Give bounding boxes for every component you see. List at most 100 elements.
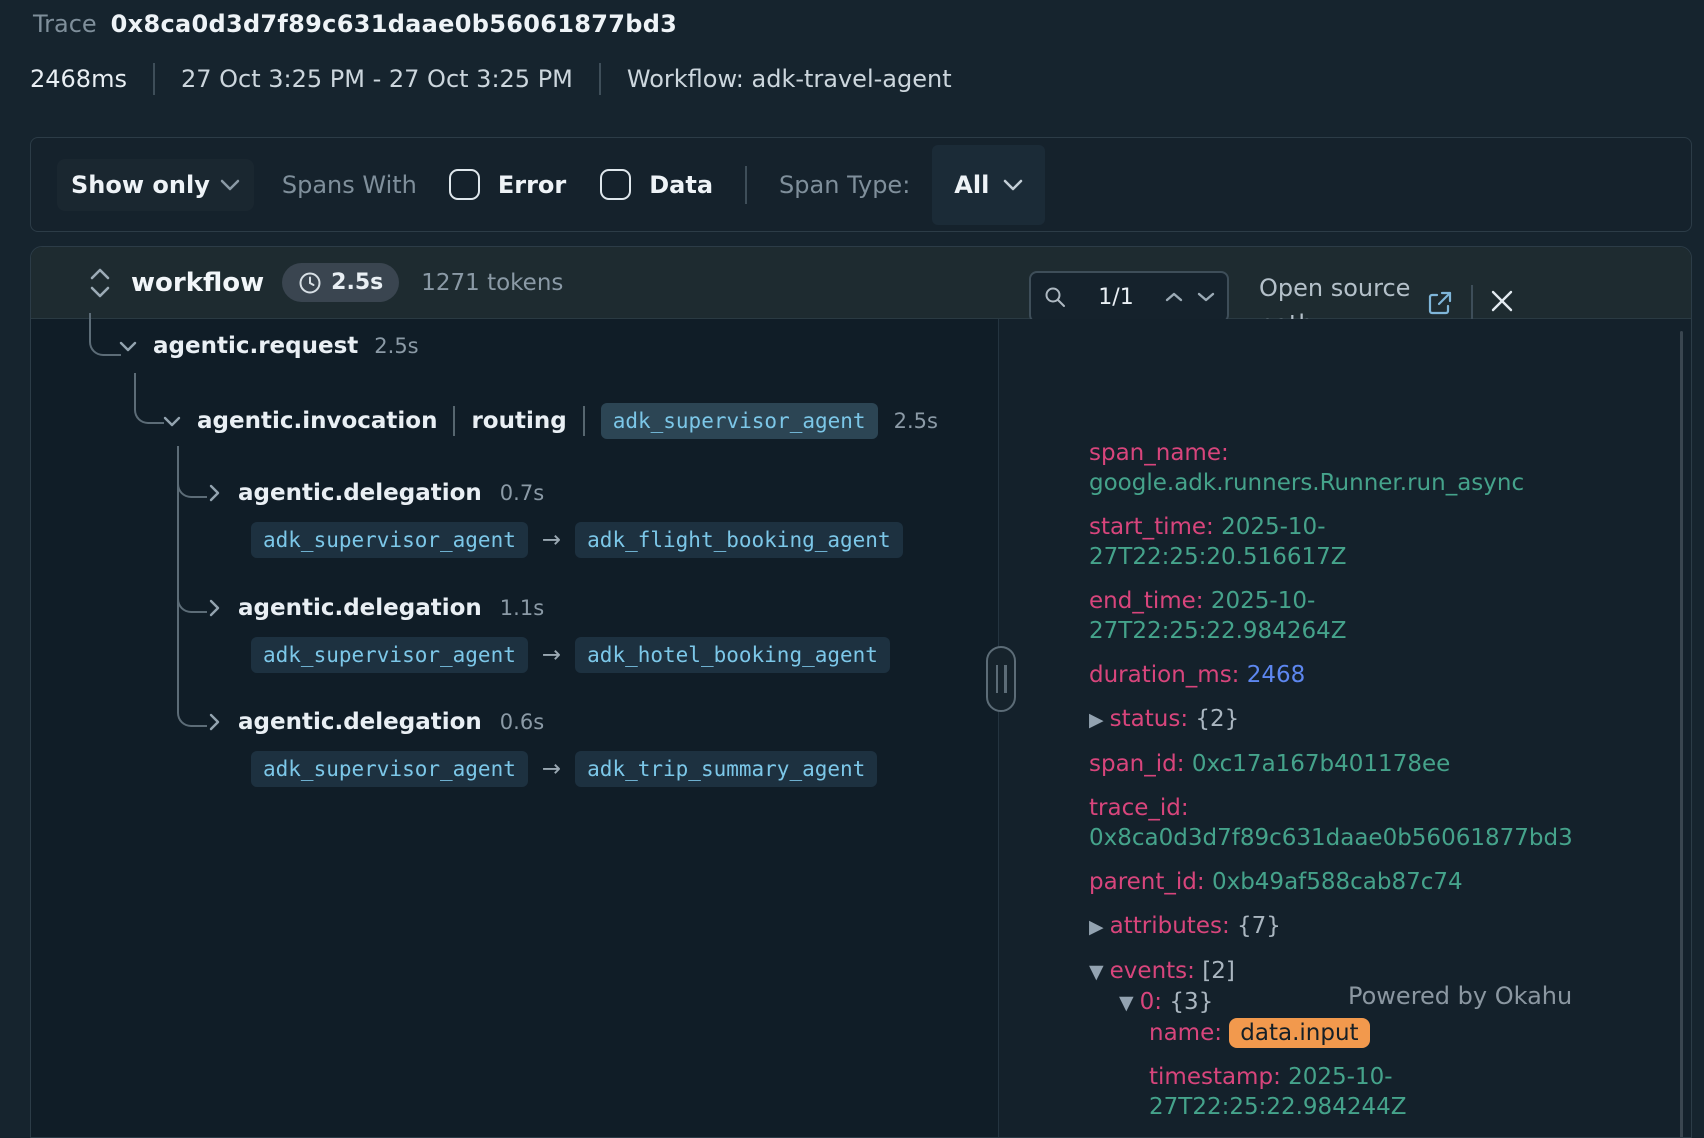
span-label: agentic.delegation xyxy=(238,480,482,506)
trace-header: Trace 0x8ca0d3d7f89c631daae0b56061877bd3 xyxy=(33,10,677,38)
detail-row: span_name: xyxy=(1089,438,1669,468)
powered-by-watermark: Powered by Okahu xyxy=(1348,982,1572,1010)
agent-badge-from[interactable]: adk_supervisor_agent xyxy=(251,522,528,558)
event-0-collapse-icon[interactable]: ▼ xyxy=(1119,992,1140,1014)
span-detail-panel: span_name:google.adk.runners.Runner.run_… xyxy=(998,319,1692,1138)
close-icon[interactable] xyxy=(1489,288,1515,314)
workflow-duration-value: 2.5s xyxy=(331,270,383,295)
detail-value-event-timestamp-cont: 27T22:25:22.984244Z xyxy=(1149,1094,1406,1120)
span-type-dropdown[interactable]: All xyxy=(932,145,1045,225)
detail-key-start-time: start_time: xyxy=(1089,514,1221,540)
span-label: agentic.request xyxy=(153,333,358,359)
detail-value-end-time: 2025-10- xyxy=(1211,588,1315,614)
detail-scrollbar[interactable] xyxy=(1680,331,1683,1138)
span-duration: 0.7s xyxy=(500,481,544,505)
event-name-badge: data.input xyxy=(1229,1018,1369,1048)
detail-value-events: [2] xyxy=(1202,958,1235,984)
error-checkbox-label[interactable]: Error xyxy=(498,171,566,199)
detail-row: 27T22:25:22.984264Z xyxy=(1089,616,1669,646)
detail-value-attributes: {7} xyxy=(1237,913,1281,939)
detail-row: 0x8ca0d3d7f89c631daae0b56061877bd3 xyxy=(1089,823,1669,853)
search-match-counter: 1/1 xyxy=(1075,285,1157,310)
detail-row: span_id: 0xc17a167b401178ee xyxy=(1089,749,1669,779)
detail-key-duration-ms: duration_ms: xyxy=(1089,662,1247,688)
span-type-value: All xyxy=(954,171,989,199)
detail-value-event-0: {3} xyxy=(1169,989,1213,1015)
agent-badge-supervisor[interactable]: adk_supervisor_agent xyxy=(601,403,878,439)
error-checkbox[interactable] xyxy=(449,169,480,200)
external-link-icon[interactable] xyxy=(1426,289,1454,317)
delegation-agents-3: adk_supervisor_agent → adk_trip_summary_… xyxy=(251,751,877,787)
span-duration: 2.5s xyxy=(894,409,938,433)
detail-row: ▶ attributes: {7} xyxy=(1089,911,1669,942)
status-expander-icon[interactable]: ▶ xyxy=(1089,709,1110,731)
span-row-agentic-request[interactable]: agentic.request 2.5s xyxy=(119,333,419,359)
workflow-title: workflow xyxy=(131,268,264,298)
filter-bar: Show only Spans With Error Data Span Typ… xyxy=(30,137,1692,232)
expand-collapse-all-icon[interactable] xyxy=(87,265,113,301)
delegation-agents-2: adk_supervisor_agent → adk_hotel_booking… xyxy=(251,637,890,673)
trace-label: Trace xyxy=(33,10,97,38)
trace-meta-row: 2468ms 27 Oct 3:25 PM - 27 Oct 3:25 PM W… xyxy=(30,63,952,95)
filter-divider xyxy=(745,166,747,204)
agent-badge-from[interactable]: adk_supervisor_agent xyxy=(251,751,528,787)
span-search-box[interactable]: 1/1 xyxy=(1029,271,1229,323)
delegation-agents-1: adk_supervisor_agent → adk_flight_bookin… xyxy=(251,522,903,558)
search-next-icon[interactable] xyxy=(1197,292,1215,302)
detail-value-span-id: 0xc17a167b401178ee xyxy=(1192,751,1450,777)
detail-key-status: status: xyxy=(1110,706,1196,732)
detail-key-span-id: span_id: xyxy=(1089,751,1192,777)
detail-row: google.adk.runners.Runner.run_async xyxy=(1089,468,1669,498)
panel-resize-handle[interactable] xyxy=(986,646,1016,712)
trace-id: 0x8ca0d3d7f89c631daae0b56061877bd3 xyxy=(111,10,678,38)
detail-row: start_time: 2025-10- xyxy=(1089,512,1669,542)
detail-key-event-0: 0: xyxy=(1140,989,1170,1015)
chevron-right-icon[interactable] xyxy=(209,599,220,617)
agent-badge-to[interactable]: adk_flight_booking_agent xyxy=(575,522,902,558)
span-row-agentic-delegation-1[interactable]: agentic.delegation 0.7s xyxy=(209,480,544,506)
meta-divider xyxy=(153,63,155,95)
span-separator xyxy=(453,406,455,436)
workflow-token-count: 1271 tokens xyxy=(421,270,563,296)
span-kind-routing: routing xyxy=(471,408,566,434)
chevron-down-icon xyxy=(220,179,240,191)
detail-row: ▶ status: {2} xyxy=(1089,704,1669,735)
span-row-agentic-delegation-3[interactable]: agentic.delegation 0.6s xyxy=(209,709,544,735)
detail-row: name: data.input xyxy=(1089,1018,1669,1048)
detail-key-event-name: name: xyxy=(1149,1020,1229,1046)
detail-row: parent_id: 0xb49af588cab87c74 xyxy=(1089,867,1669,897)
detail-key-events: events: xyxy=(1110,958,1203,984)
detail-key-span-name: span_name: xyxy=(1089,440,1229,466)
detail-row: trace_id: xyxy=(1089,793,1669,823)
span-label: agentic.delegation xyxy=(238,709,482,735)
attributes-expander-icon[interactable]: ▶ xyxy=(1089,916,1110,938)
span-row-agentic-invocation[interactable]: agentic.invocation routing adk_superviso… xyxy=(163,403,938,439)
agent-badge-to[interactable]: adk_hotel_booking_agent xyxy=(575,637,890,673)
spans-with-label: Spans With xyxy=(282,171,417,199)
trace-viewer: Trace 0x8ca0d3d7f89c631daae0b56061877bd3… xyxy=(0,0,1704,1138)
tree-connector xyxy=(89,313,121,356)
chevron-down-icon[interactable] xyxy=(163,416,181,427)
events-collapse-icon[interactable]: ▼ xyxy=(1089,961,1110,983)
span-separator xyxy=(583,406,585,436)
meta-divider xyxy=(599,63,601,95)
span-label: agentic.invocation xyxy=(197,408,437,434)
data-checkbox[interactable] xyxy=(600,169,631,200)
chevron-right-icon[interactable] xyxy=(209,713,220,731)
chevron-down-icon[interactable] xyxy=(119,341,137,352)
workflow-duration-badge: 2.5s xyxy=(282,263,399,302)
data-checkbox-label[interactable]: Data xyxy=(649,171,713,199)
agent-badge-to[interactable]: adk_trip_summary_agent xyxy=(575,751,877,787)
span-row-agentic-delegation-2[interactable]: agentic.delegation 1.1s xyxy=(209,595,544,621)
search-prev-icon[interactable] xyxy=(1165,292,1183,302)
detail-row: end_time: 2025-10- xyxy=(1089,586,1669,616)
detail-key-trace-id: trace_id: xyxy=(1089,795,1189,821)
detail-key-parent-id: parent_id: xyxy=(1089,869,1212,895)
trace-time-range: 27 Oct 3:25 PM - 27 Oct 3:25 PM xyxy=(181,65,573,93)
chevron-right-icon[interactable] xyxy=(209,484,220,502)
clock-icon xyxy=(298,271,322,295)
arrow-right-icon: → xyxy=(542,756,561,782)
span-duration: 0.6s xyxy=(500,710,544,734)
show-only-dropdown[interactable]: Show only xyxy=(57,159,254,211)
agent-badge-from[interactable]: adk_supervisor_agent xyxy=(251,637,528,673)
